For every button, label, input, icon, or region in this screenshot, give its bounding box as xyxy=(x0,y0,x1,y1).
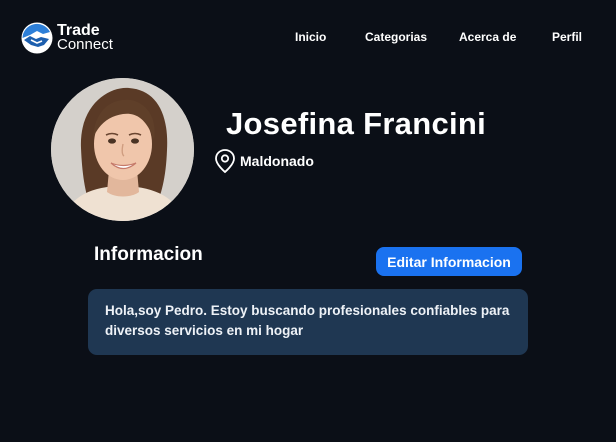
edit-info-button[interactable]: Editar Informacion xyxy=(376,247,522,276)
handshake-logo-icon xyxy=(21,22,53,54)
profile-name: Josefina Francini xyxy=(226,106,487,141)
bio-box: Hola,soy Pedro. Estoy buscando profesion… xyxy=(88,289,528,355)
nav-categorias-link[interactable]: Categorias xyxy=(365,30,427,44)
map-pin-icon xyxy=(215,149,235,174)
info-section-title: Informacion xyxy=(94,244,203,265)
profile-location: Maldonado xyxy=(213,148,314,174)
nav-inicio-link[interactable]: Inicio xyxy=(295,30,326,44)
bio-text: Hola,soy Pedro. Estoy buscando profesion… xyxy=(105,303,510,338)
brand-name-line2: Connect xyxy=(57,36,113,53)
avatar xyxy=(51,78,194,221)
location-text: Maldonado xyxy=(240,153,314,169)
profile-photo xyxy=(51,78,194,221)
brand-logo[interactable]: Trade Connect xyxy=(21,22,113,54)
nav-acerca-link[interactable]: Acerca de xyxy=(459,30,516,44)
nav-perfil-link[interactable]: Perfil xyxy=(552,30,582,44)
